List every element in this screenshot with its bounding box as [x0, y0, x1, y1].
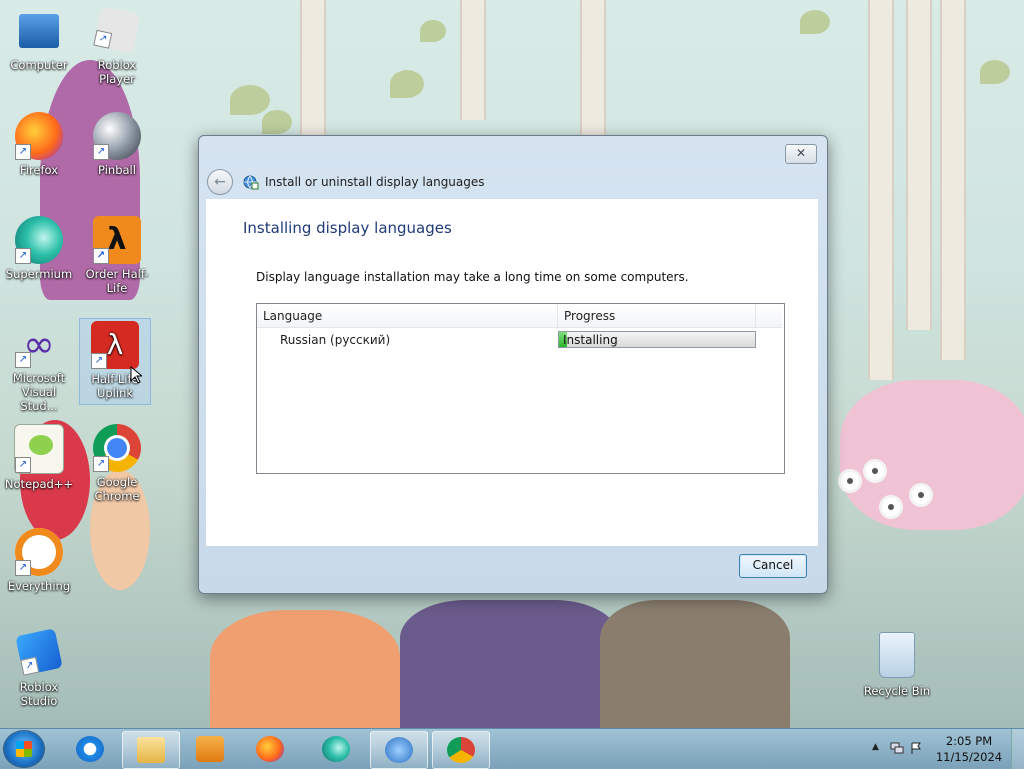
- taskbar-google-chrome[interactable]: [432, 731, 490, 769]
- desktop-icon-computer[interactable]: Computer: [4, 10, 74, 72]
- roblox-studio-icon: ↗: [15, 628, 63, 676]
- description-text: Display language installation may take a…: [256, 270, 689, 284]
- language-globe-icon: [385, 737, 413, 763]
- action-center-flag-icon[interactable]: [910, 742, 922, 757]
- install-progress-bar: Installing: [558, 331, 756, 348]
- start-button[interactable]: [4, 731, 44, 767]
- desktop-icon-label: Microsoft Visual Stud...: [12, 371, 66, 413]
- column-header-language[interactable]: Language: [257, 304, 558, 328]
- window-footer: Cancel: [206, 546, 818, 586]
- shortcut-arrow-icon: ↗: [15, 248, 31, 264]
- taskbar-media-player[interactable]: [182, 731, 238, 767]
- show-hidden-icons-button[interactable]: ▲: [872, 742, 879, 752]
- back-button[interactable]: ←: [207, 169, 233, 195]
- desktop-icon-recycle-bin[interactable]: Recycle Bin: [862, 632, 932, 698]
- folder-icon: [137, 737, 165, 763]
- page-title: Installing display languages: [243, 219, 452, 237]
- supermium-icon: ↗: [15, 216, 63, 264]
- desktop-icon-label: Order Half-Life: [85, 267, 149, 295]
- shortcut-arrow-icon: ↗: [93, 248, 109, 264]
- system-clock[interactable]: 2:05 PM 11/15/2024: [934, 733, 1004, 765]
- shortcut-arrow-icon: ↗: [91, 353, 107, 369]
- language-progress-list[interactable]: Language Progress Russian (русский) Inst…: [256, 303, 785, 474]
- desktop-icon-label: Roblox Player: [97, 58, 137, 86]
- window-content: Installing display languages Display lan…: [206, 199, 818, 546]
- language-globe-icon: [243, 174, 259, 190]
- taskbar-firefox[interactable]: [242, 731, 298, 767]
- shortcut-arrow-icon: ↗: [15, 144, 31, 160]
- desktop-icon-supermium[interactable]: ↗ Supermium: [4, 216, 74, 281]
- window-close-button[interactable]: ✕: [785, 144, 817, 164]
- half-life-uplink-icon: λ ↗: [91, 321, 139, 369]
- visual-studio-icon: ∞ ↗: [15, 320, 63, 368]
- desktop-icon-label: Supermium: [5, 267, 73, 281]
- desktop-icon-roblox-player[interactable]: ↗ Roblox Player: [82, 6, 152, 86]
- desktop-icon-label: Google Chrome: [94, 475, 140, 503]
- desktop-icon-notepad-plus-plus[interactable]: ↗ Notepad++: [4, 424, 74, 491]
- half-life-lambda-icon: λ ↗: [93, 216, 141, 264]
- window-title: Install or uninstall display languages: [265, 175, 485, 189]
- desktop-icon-roblox-studio[interactable]: ↗ Roblox Studio: [4, 628, 74, 708]
- notepad-plus-plus-icon: ↗: [14, 424, 64, 474]
- media-player-icon: [196, 736, 224, 762]
- shortcut-arrow-icon: ↗: [15, 352, 31, 368]
- language-name: Russian (русский): [280, 333, 391, 347]
- clock-time: 2:05 PM: [945, 734, 993, 748]
- internet-explorer-icon: [76, 736, 104, 762]
- firefox-icon: ↗: [15, 112, 63, 160]
- desktop-icon-label: Notepad++: [4, 477, 74, 491]
- chrome-icon: ↗: [93, 424, 141, 472]
- progress-status: Installing: [563, 333, 618, 347]
- shortcut-arrow-icon: ↗: [93, 144, 109, 160]
- desktop-icon-label: Everything: [7, 579, 71, 593]
- desktop-icon-order-half-life[interactable]: λ ↗ Order Half-Life: [82, 216, 152, 295]
- supermium-icon: [322, 736, 350, 762]
- taskbar-windows-explorer[interactable]: [122, 731, 180, 769]
- taskbar-install-languages[interactable]: [370, 731, 428, 769]
- firefox-icon: [256, 736, 284, 762]
- recycle-bin-icon: [879, 632, 915, 678]
- desktop-icon-half-life-uplink[interactable]: λ ↗ Half-Life Uplink: [79, 318, 151, 405]
- taskbar-supermium[interactable]: [308, 731, 364, 767]
- mouse-cursor-icon: [130, 365, 144, 387]
- pinball-icon: ↗: [93, 112, 141, 160]
- install-languages-window: ✕ ← Install or uninstall display languag…: [198, 135, 828, 594]
- desktop-icon-label: Firefox: [19, 163, 59, 177]
- shortcut-arrow-icon: ↗: [15, 457, 31, 473]
- back-arrow-icon: ←: [214, 174, 226, 190]
- column-header-progress[interactable]: Progress: [558, 304, 756, 328]
- computer-icon: [19, 14, 59, 48]
- cancel-button[interactable]: Cancel: [739, 554, 807, 578]
- notification-area: ▲ 2:05 PM 11/15/2024: [864, 729, 1024, 769]
- taskbar: ▲ 2:05 PM 11/15/2024: [0, 728, 1024, 769]
- roblox-player-icon: ↗: [93, 6, 141, 54]
- desktop-icon-pinball[interactable]: ↗ Pinball: [82, 112, 152, 177]
- show-desktop-button[interactable]: [1011, 729, 1024, 769]
- shortcut-arrow-icon: ↗: [15, 560, 31, 576]
- everything-search-icon: ↗: [15, 528, 63, 576]
- desktop-icon-firefox[interactable]: ↗ Firefox: [4, 112, 74, 177]
- shortcut-arrow-icon: ↗: [20, 656, 40, 676]
- desktop-icon-visual-studio[interactable]: ∞ ↗ Microsoft Visual Stud...: [4, 320, 74, 413]
- window-header: ← Install or uninstall display languages: [207, 166, 807, 198]
- shortcut-arrow-icon: ↗: [93, 456, 109, 472]
- shortcut-arrow-icon: ↗: [93, 29, 113, 49]
- clock-date: 11/15/2024: [935, 750, 1003, 764]
- desktop-icon-label: Recycle Bin: [863, 684, 931, 698]
- desktop-icon-label: Computer: [10, 58, 68, 72]
- desktop-icon-google-chrome[interactable]: ↗ Google Chrome: [82, 424, 152, 503]
- column-header-filler: [756, 304, 782, 328]
- network-icon[interactable]: [890, 742, 904, 757]
- desktop-icon-label: Pinball: [98, 163, 136, 177]
- desktop-icon-label: Roblox Studio: [19, 680, 59, 708]
- chrome-icon: [447, 737, 475, 763]
- close-icon: ✕: [795, 146, 807, 160]
- taskbar-internet-explorer[interactable]: [62, 731, 118, 767]
- desktop-icon-everything[interactable]: ↗ Everything: [4, 528, 74, 593]
